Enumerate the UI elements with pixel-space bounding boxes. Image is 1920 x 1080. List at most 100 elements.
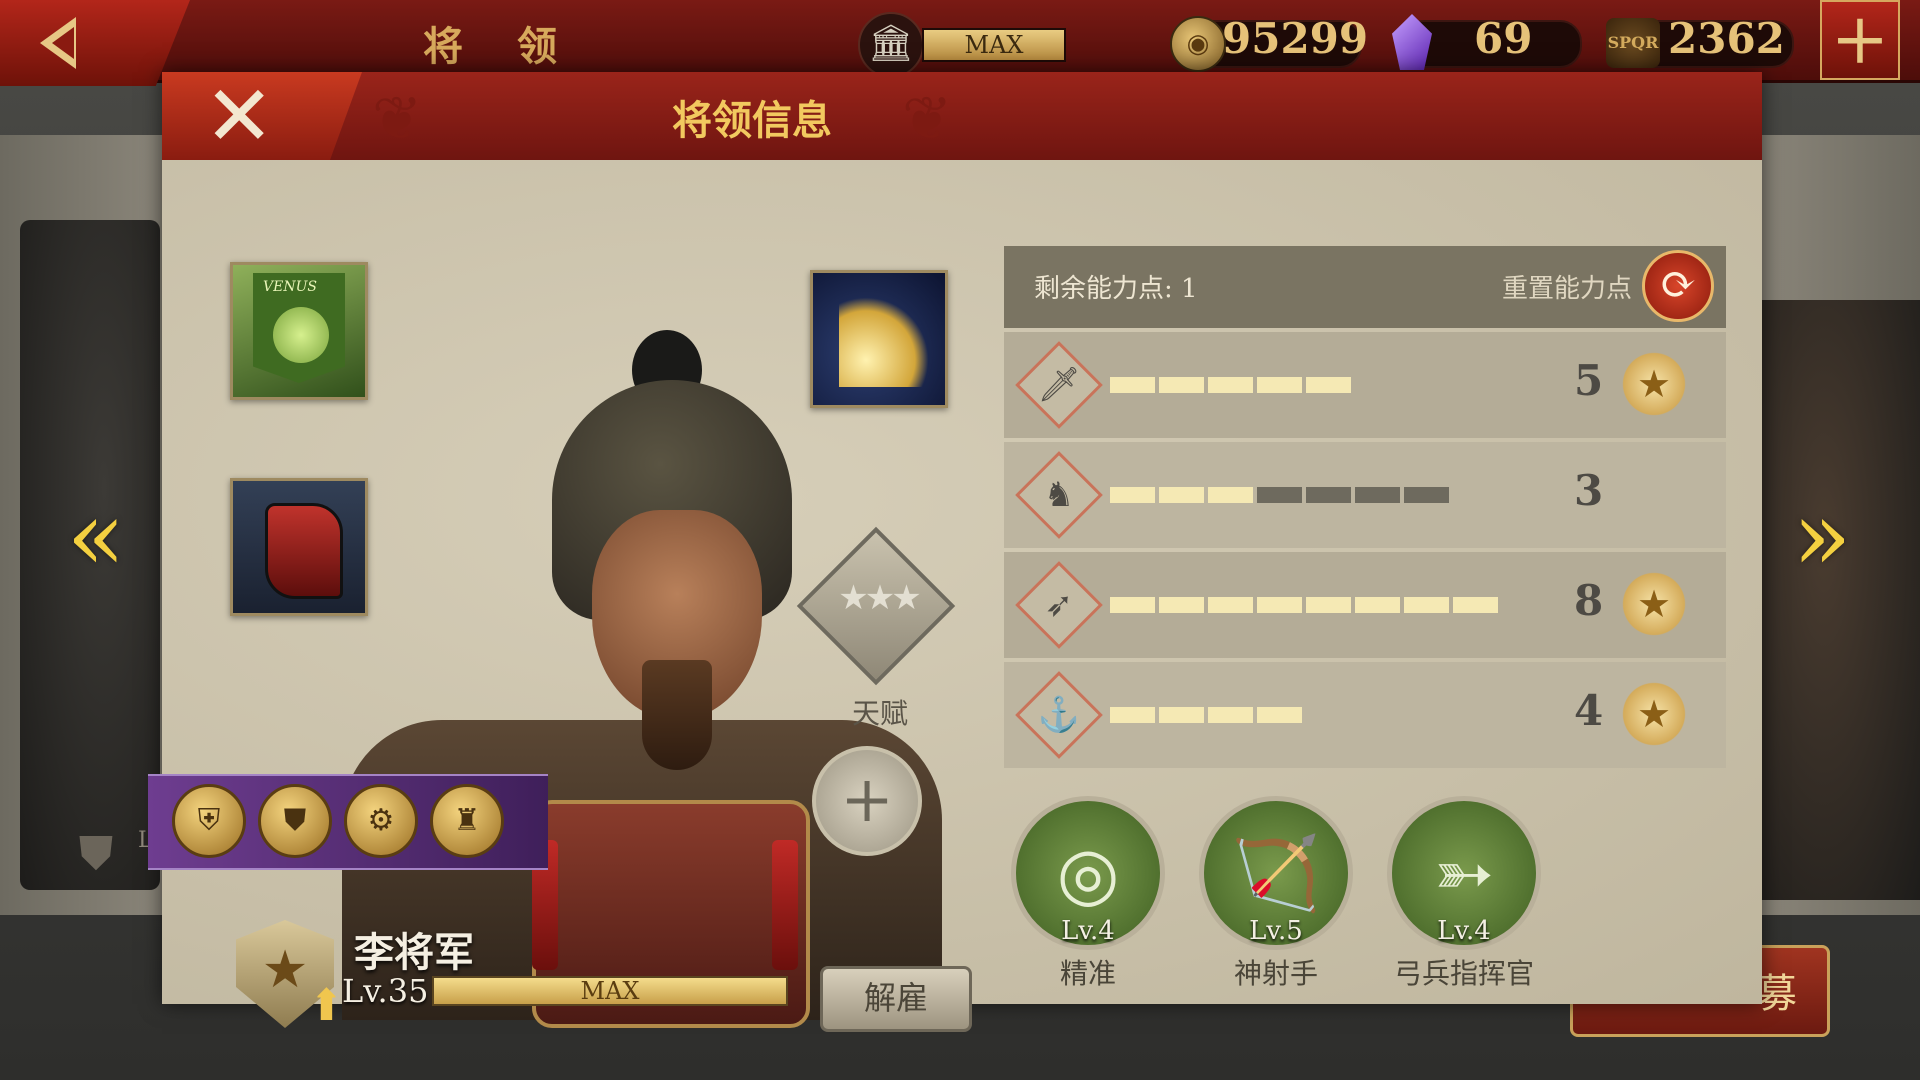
ability-panel: 剩余能力点: 1 重置能力点 ⟳ 🗡 5 ★ ♞ 3 ➶ 8 ★ ⚓ 4 ★ [1004, 246, 1726, 768]
badge-icon-3[interactable]: ⚙ [344, 784, 418, 858]
badge-icon-2[interactable]: ⛊ [258, 784, 332, 858]
previous-general-arrow-icon[interactable]: « [64, 488, 128, 584]
rank-up-arrow-icon: ⬆ [308, 980, 345, 1031]
badge-icon-1[interactable]: ⛨ [172, 784, 246, 858]
dialog-body: VENUS ★★★ 天赋 + ⛨ ⛊ ⚙ ♜ ★ ⬆ 李将军 Lv.35 MAX… [148, 160, 1762, 1032]
banner-slot[interactable]: VENUS [230, 262, 368, 400]
badge-icon-4[interactable]: ♜ [430, 784, 504, 858]
skill-level: Lv.5 [1249, 916, 1303, 946]
close-button[interactable]: ✕ [162, 72, 362, 160]
star-medal-icon[interactable]: ★ [1618, 678, 1690, 750]
stat-bar-segment [1404, 487, 1449, 503]
stat-bar-segment [1110, 707, 1155, 723]
skill-name: 神射手 [1233, 957, 1318, 990]
stat-value: 3 [1574, 466, 1604, 515]
reset-points-label: 重置能力点 [1501, 274, 1632, 304]
stat-bar-segment [1306, 377, 1351, 393]
stat-progress-bar [1110, 597, 1498, 613]
experience-bar: MAX [432, 976, 788, 1006]
banner-emblem: VENUS [263, 279, 317, 295]
stat-row[interactable]: ⚓ 4 ★ [1004, 662, 1726, 768]
general-level: Lv.35 [342, 972, 429, 1010]
museum-max-bar: MAX [922, 28, 1066, 62]
talent-label: 天赋 [851, 697, 908, 730]
stat-bar-segment [1208, 707, 1253, 723]
skill-level: Lv.4 [1437, 916, 1491, 946]
back-arrow-icon [40, 17, 76, 69]
stat-bar-segment [1257, 487, 1302, 503]
stat-bar-segment [1208, 377, 1253, 393]
stat-progress-bar [1110, 377, 1351, 393]
spqr-icon: SPQR [1606, 18, 1660, 68]
stat-bar-segment [1257, 707, 1302, 723]
anchor-icon: ⚓ [1037, 695, 1081, 735]
ability-header: 剩余能力点: 1 重置能力点 ⟳ [1004, 246, 1726, 328]
star-medal-icon[interactable]: ★ [1618, 568, 1690, 640]
next-general-arrow-icon[interactable]: » [1790, 488, 1854, 584]
museum-icon[interactable]: 🏛 [858, 12, 924, 78]
stat-row[interactable]: 🗡 5 ★ [1004, 332, 1726, 438]
honor-value: 2362 [1668, 14, 1785, 63]
stat-bar-segment [1306, 487, 1351, 503]
skill-item[interactable]: ◎ Lv.4 精准 [1010, 796, 1166, 992]
portrait-beard [642, 660, 712, 770]
stat-bar-segment [1306, 597, 1351, 613]
stat-bar-segment [1355, 597, 1400, 613]
skill-level: Lv.4 [1061, 916, 1115, 946]
stat-bar-segment [1110, 487, 1155, 503]
stat-bar-segment [1110, 377, 1155, 393]
background-right-portrait [1760, 300, 1920, 900]
star-medal-icon[interactable]: ★ [1618, 348, 1690, 420]
skill-name: 精准 [1059, 957, 1116, 990]
general-name: 李将军 [354, 929, 474, 976]
stat-progress-bar [1110, 487, 1449, 503]
stat-bar-segment [1208, 487, 1253, 503]
add-resource-button[interactable]: + [1820, 0, 1900, 80]
skill-item[interactable]: ➳ Lv.4 弓兵指挥官 [1386, 796, 1542, 992]
stat-bar-segment [1110, 597, 1155, 613]
armor-slot[interactable] [230, 478, 368, 616]
stat-rows: 🗡 5 ★ ♞ 3 ➶ 8 ★ ⚓ 4 ★ [1004, 332, 1726, 768]
stat-value: 5 [1574, 356, 1604, 405]
skill-name: 弓兵指挥官 [1393, 957, 1534, 990]
armor-piece-icon [265, 503, 343, 599]
page-title: 将 领 [423, 23, 577, 70]
stat-bar-segment [1159, 597, 1204, 613]
general-info-dialog: ✕ ❦ 将领信息 ❦ VENUS ★★★ 天赋 + ⛨ ⛊ ⚙ ♜ ★ ⬆ 李将… [148, 72, 1762, 1032]
bow-icon: ➶ [1044, 585, 1074, 625]
coin-icon: ◉ [1170, 16, 1226, 72]
gem-value: 69 [1474, 14, 1533, 63]
stat-progress-bar [1110, 707, 1302, 723]
laurel-left-icon: ❦ [372, 84, 423, 154]
talent-stars-icon: ★★★ [838, 578, 921, 618]
portrait-tassel-right [772, 840, 798, 970]
sword-icon: 🗡 [1037, 365, 1081, 405]
stat-bar-segment [1159, 377, 1204, 393]
rose-icon [273, 307, 329, 363]
general-portrait [302, 280, 942, 1028]
stat-bar-segment [1159, 487, 1204, 503]
skill-item[interactable]: 🏹 Lv.5 神射手 [1198, 796, 1354, 992]
stat-row[interactable]: ♞ 3 [1004, 442, 1726, 548]
wings-slot[interactable] [810, 270, 948, 408]
horse-icon: ♞ [1043, 475, 1075, 515]
stat-value: 8 [1574, 576, 1604, 625]
stat-row[interactable]: ➶ 8 ★ [1004, 552, 1726, 658]
dismiss-button[interactable]: 解雇 [820, 966, 972, 1032]
stat-bar-segment [1453, 597, 1498, 613]
stat-bar-segment [1208, 597, 1253, 613]
dialog-header: ✕ ❦ 将领信息 ❦ [162, 72, 1762, 162]
remaining-points-label: 剩余能力点: 1 [1034, 274, 1198, 304]
stat-bar-segment [1355, 487, 1400, 503]
laurel-right-icon: ❦ [902, 84, 953, 154]
add-equipment-button[interactable]: + [812, 746, 922, 856]
dialog-title: 将领信息 [672, 97, 832, 144]
stat-value: 4 [1574, 686, 1604, 735]
background-shield-icon: ⛊ [78, 826, 114, 880]
stat-bar-segment [1257, 377, 1302, 393]
stat-bar-segment [1404, 597, 1449, 613]
stat-bar-segment [1257, 597, 1302, 613]
golden-wings-icon [839, 297, 929, 387]
reset-points-button[interactable]: ⟳ [1642, 250, 1714, 322]
stat-bar-segment [1159, 707, 1204, 723]
